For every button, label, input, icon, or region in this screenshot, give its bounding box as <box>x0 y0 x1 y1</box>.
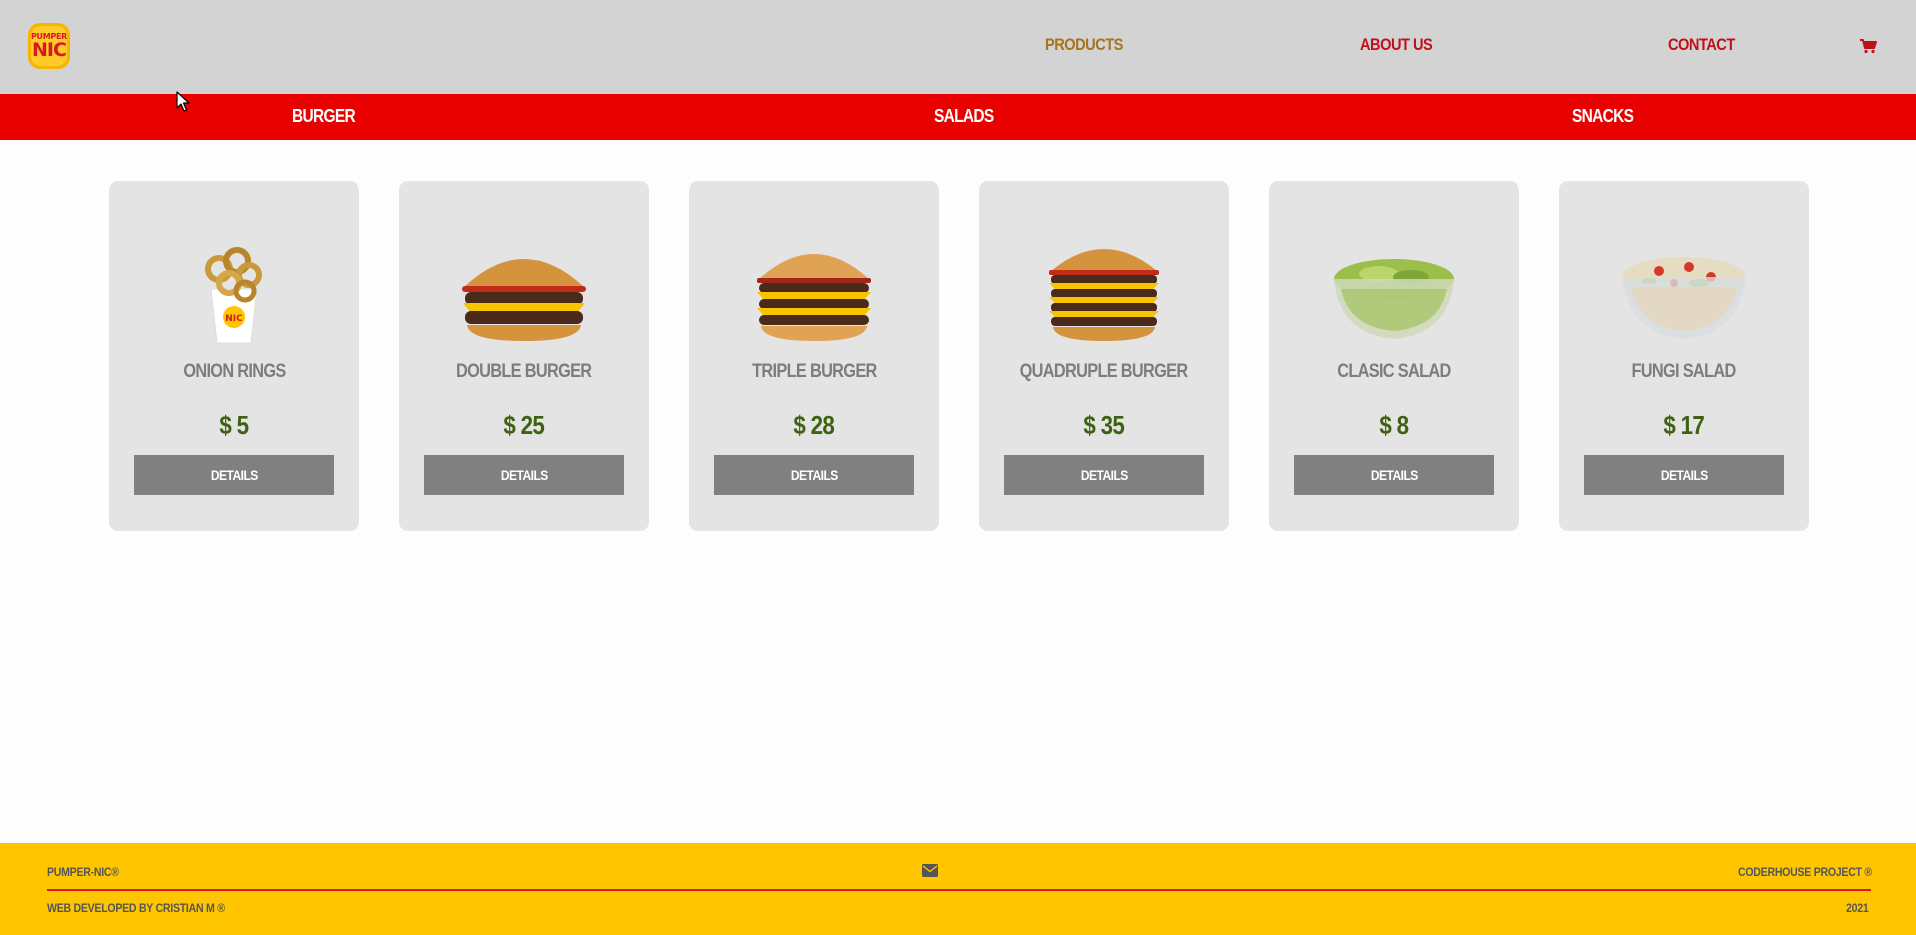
details-button[interactable]: DETAILS <box>1584 455 1784 495</box>
category-burger-link[interactable]: BURGER <box>292 106 356 127</box>
site-header: PUMPER NIC PRODUCTS ABOUT US CONTACT <box>0 0 1916 94</box>
details-button[interactable]: DETAILS <box>1294 455 1494 495</box>
footer-project: CODERHOUSE PROJECT ® <box>1738 865 1872 879</box>
category-bar: BURGER SALADS SNACKS <box>0 94 1916 140</box>
details-button[interactable]: DETAILS <box>134 455 334 495</box>
site-footer: PUMPER-NIC® CODERHOUSE PROJECT ® WEB DEV… <box>0 843 1916 935</box>
details-button[interactable]: DETAILS <box>714 455 914 495</box>
details-button[interactable]: DETAILS <box>1004 455 1204 495</box>
triple-burger-image <box>757 254 871 341</box>
product-name: FUNGI SALAD <box>1631 361 1737 382</box>
category-salads-link[interactable]: SALADS <box>934 106 994 127</box>
mouse-cursor-icon <box>176 91 190 112</box>
fungi-salad-image <box>1622 257 1746 339</box>
double-burger-image <box>462 259 586 341</box>
product-price: $ 5 <box>219 410 249 440</box>
product-name: ONION RINGS <box>182 361 286 382</box>
pumper-nic-logo[interactable]: PUMPER NIC <box>28 23 70 69</box>
product-name: TRIPLE BURGER <box>751 361 877 382</box>
product-card: FUNGI SALAD $ 17 DETAILS <box>1559 181 1809 531</box>
product-card: CLASIC SALAD $ 8 DETAILS <box>1269 181 1519 531</box>
product-card: QUADRUPLE BURGER $ 35 DETAILS <box>979 181 1229 531</box>
clasic-salad-image <box>1334 259 1454 339</box>
details-button[interactable]: DETAILS <box>424 455 624 495</box>
onion-rings-image: NIC <box>205 247 262 344</box>
nav-products-link[interactable]: PRODUCTS <box>1045 35 1123 55</box>
svg-text:NIC: NIC <box>225 314 243 324</box>
nav-about-link[interactable]: ABOUT US <box>1360 35 1433 55</box>
nav-contact-link[interactable]: CONTACT <box>1668 35 1735 55</box>
product-card: TRIPLE BURGER $ 28 DETAILS <box>689 181 939 531</box>
product-name: DOUBLE BURGER <box>456 361 592 382</box>
footer-developer: WEB DEVELOPED BY CRISTIAN M ® <box>47 901 225 915</box>
product-price: $ 17 <box>1663 410 1705 440</box>
product-price: $ 25 <box>503 410 545 440</box>
product-price: $ 8 <box>1379 410 1409 440</box>
quadruple-burger-image <box>1049 249 1159 341</box>
footer-brand: PUMPER-NIC® <box>47 865 119 879</box>
product-price: $ 35 <box>1083 410 1125 440</box>
product-price: $ 28 <box>793 410 835 440</box>
logo-bottom-text: NIC <box>32 39 67 61</box>
shopping-cart-icon[interactable] <box>1860 39 1877 54</box>
category-snacks-link[interactable]: SNACKS <box>1572 106 1634 127</box>
product-name: QUADRUPLE BURGER <box>1020 361 1189 382</box>
footer-year: 2021 <box>1846 901 1869 915</box>
product-card: DOUBLE BURGER $ 25 DETAILS <box>399 181 649 531</box>
product-name: CLASIC SALAD <box>1337 361 1451 382</box>
footer-divider <box>47 889 1871 891</box>
envelope-icon[interactable] <box>922 864 938 877</box>
product-card: NIC ONION RINGS $ 5 DETAILS <box>109 181 359 531</box>
